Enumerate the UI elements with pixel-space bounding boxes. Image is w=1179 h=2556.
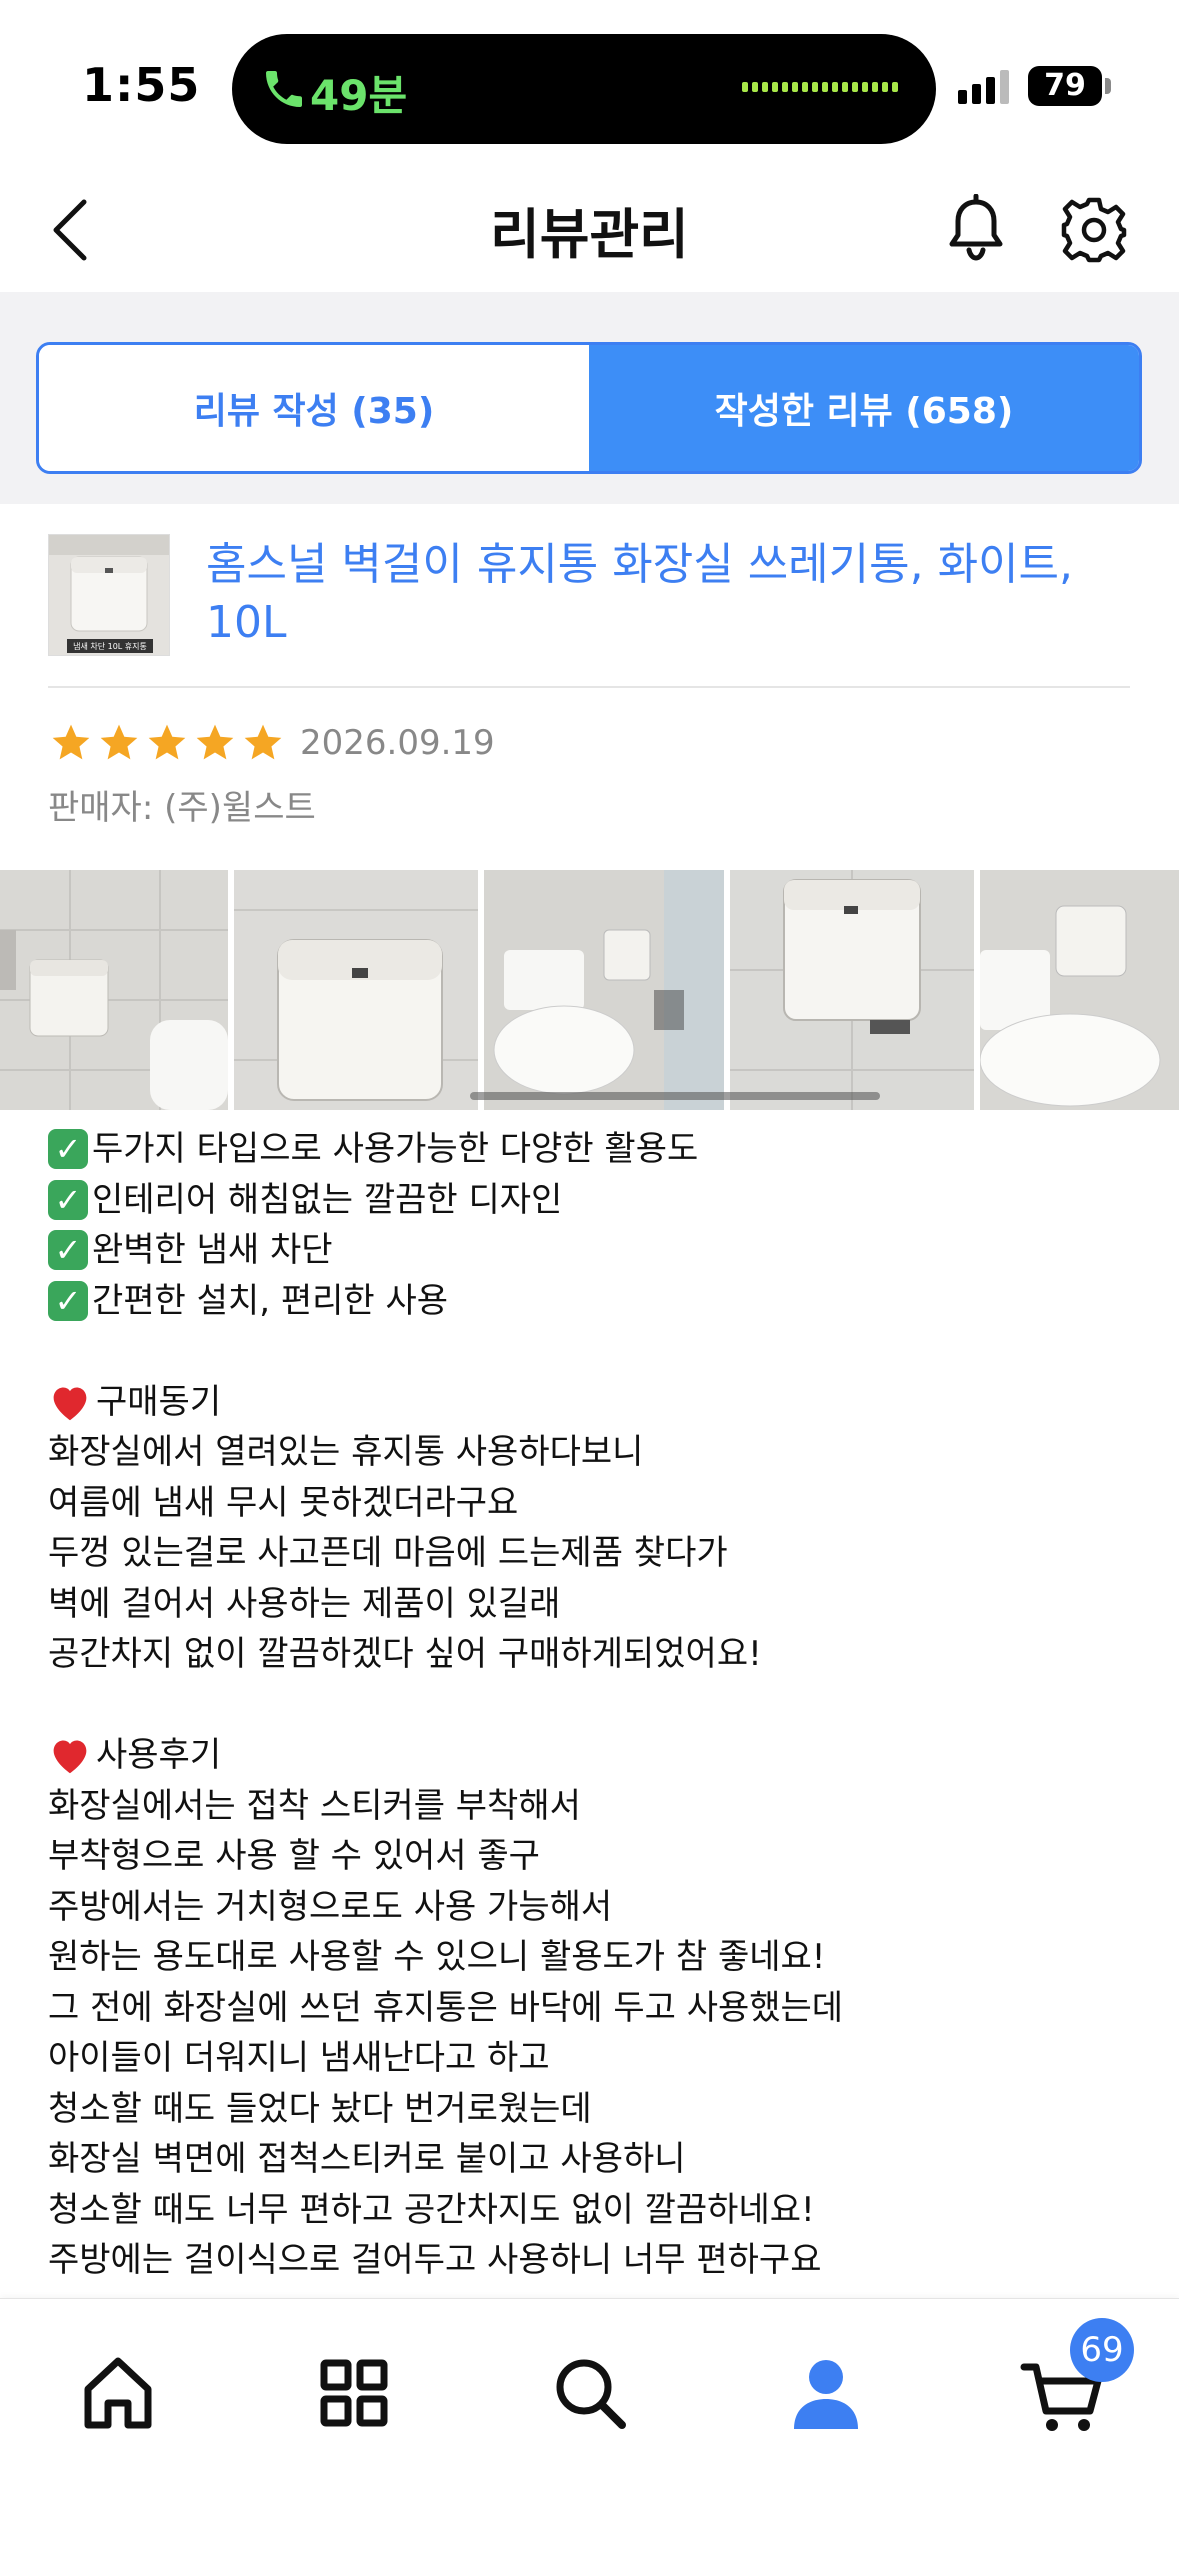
review-line: 두껑 있는걸로 사고픈데 마음에 드는제품 찾다가 <box>48 1533 728 1573</box>
review-line: ✓ 두가지 타입으로 사용가능한 다양한 활용도 <box>48 1124 1148 1175</box>
review-line: 주방에는 걸이식으로 걸어두고 사용하니 너무 편하구요 <box>48 2240 822 2280</box>
star-rating <box>48 721 286 765</box>
status-bar: 1:55 49분 79 <box>0 0 1179 170</box>
audio-waveform-icon <box>742 82 898 92</box>
review-tabs: 리뷰 작성 (35) 작성한 리뷰 (658) <box>36 342 1142 474</box>
bottom-navigation <box>0 2298 1179 2556</box>
review-text: ✓ 두가지 타입으로 사용가능한 다양한 활용도 ✓ 인테리어 해침없는 깔끔한 디… <box>48 1124 1148 2286</box>
review-photo[interactable] <box>980 870 1179 1110</box>
heart-icon <box>53 1740 87 1774</box>
review-rating-row: 2026.09.19 <box>48 718 495 768</box>
product-thumbnail[interactable]: 냄새 차단 10L 휴지통 <box>48 534 170 656</box>
check-mark-icon: ✓ <box>48 1129 88 1170</box>
review-line: 여름에 냄새 무시 못하겠더라구요 <box>48 1482 519 1523</box>
category-grid-icon[interactable] <box>306 2345 402 2441</box>
review-line: ✓ 인테리어 해침없는 깔끔한 디자인 <box>48 1175 1148 1226</box>
star-icon <box>52 724 90 760</box>
review-photo[interactable] <box>730 870 974 1110</box>
review-line: ✓ 간편한 설치, 편리한 사용 <box>48 1276 1148 1327</box>
home-icon[interactable] <box>70 2345 166 2441</box>
gear-icon[interactable] <box>1060 196 1128 264</box>
cellular-signal-icon <box>958 68 1009 104</box>
heart-icon <box>53 1387 87 1420</box>
seller-name: 판매자: (주)윌스트 <box>48 788 316 828</box>
status-time: 1:55 <box>82 58 201 112</box>
review-line: 원하는 용도대로 사용할 수 있으니 활용도가 참 좋네요! <box>48 1937 826 1977</box>
product-thumbnail-image: 냄새 차단 10L 휴지통 <box>49 535 169 655</box>
star-icon <box>244 724 282 760</box>
review-section-heading: 사용후기 <box>48 1730 1148 1781</box>
review-line: 화장실에서는 접착 스티커를 부착해서 <box>48 1785 581 1826</box>
review-line: 공간차지 없이 깔끔하겠다 싶어 구매하게되었어요! <box>48 1634 762 1674</box>
my-page-icon[interactable] <box>778 2345 874 2441</box>
app-header: 리뷰관리 <box>0 170 1179 292</box>
bell-icon[interactable] <box>944 194 1008 266</box>
dynamic-island-call[interactable]: 49분 <box>232 34 936 144</box>
review-photo-strip[interactable] <box>0 870 1179 1110</box>
cart-count-badge: 69 <box>1070 2318 1134 2382</box>
review-photo[interactable] <box>234 870 478 1110</box>
review-line: 청소할 때도 들었다 놨다 번거로웠는데 <box>48 2088 592 2129</box>
review-line: ✓ 완벽한 냄새 차단 <box>48 1225 1148 1276</box>
review-line: 화장실 벽면에 접척스티커로 붙이고 사용하니 <box>48 2139 686 2179</box>
star-icon <box>196 724 234 760</box>
product-name-link[interactable]: 홈스널 벽걸이 휴지통 화장실 쓰레기통, 화이트, 10L <box>206 536 1106 652</box>
phone-icon <box>266 71 302 107</box>
review-photo[interactable] <box>0 870 228 1110</box>
review-section-heading: 구매동기 <box>48 1377 1148 1428</box>
review-line: 벽에 걸어서 사용하는 제품이 있길래 <box>48 1583 561 1624</box>
review-line: 그 전에 화장실에 쓰던 휴지통은 바닥에 두고 사용했는데 <box>48 1987 844 2028</box>
tab-write-review[interactable]: 리뷰 작성 (35) <box>39 345 589 471</box>
review-line: 주방에서는 거치형으로도 사용 가능해서 <box>48 1886 613 1927</box>
tab-written-reviews[interactable]: 작성한 리뷰 (658) <box>589 345 1139 471</box>
thumbnail-caption: 냄새 차단 10L 휴지통 <box>73 641 147 651</box>
photo-scroll-indicator <box>470 1092 880 1100</box>
product-row[interactable]: 냄새 차단 10L 휴지통 홈스널 벽걸이 휴지통 화장실 쓰레기통, 화이트,… <box>48 532 1130 688</box>
star-icon <box>148 724 186 760</box>
battery-tip <box>1105 78 1111 94</box>
search-icon[interactable] <box>542 2345 638 2441</box>
review-date: 2026.09.19 <box>300 723 495 763</box>
review-line: 화장실에서 열려있는 휴지통 사용하다보니 <box>48 1432 644 1472</box>
check-mark-icon: ✓ <box>48 1179 88 1220</box>
review-tab-area: 리뷰 작성 (35) 작성한 리뷰 (658) <box>0 292 1179 504</box>
review-photo[interactable] <box>484 870 724 1110</box>
review-line: 청소할 때도 너무 편하고 공간차지도 없이 깔끔하네요! <box>48 2189 815 2230</box>
check-mark-icon: ✓ <box>48 1280 88 1321</box>
call-duration: 49분 <box>310 71 408 120</box>
star-icon <box>100 724 138 760</box>
review-line: 아이들이 더워지니 냄새난다고 하고 <box>48 2038 550 2078</box>
check-mark-icon: ✓ <box>48 1230 88 1271</box>
battery-indicator: 79 <box>1028 66 1102 106</box>
review-line: 부착형으로 사용 할 수 있어서 좋구 <box>48 1836 540 1876</box>
